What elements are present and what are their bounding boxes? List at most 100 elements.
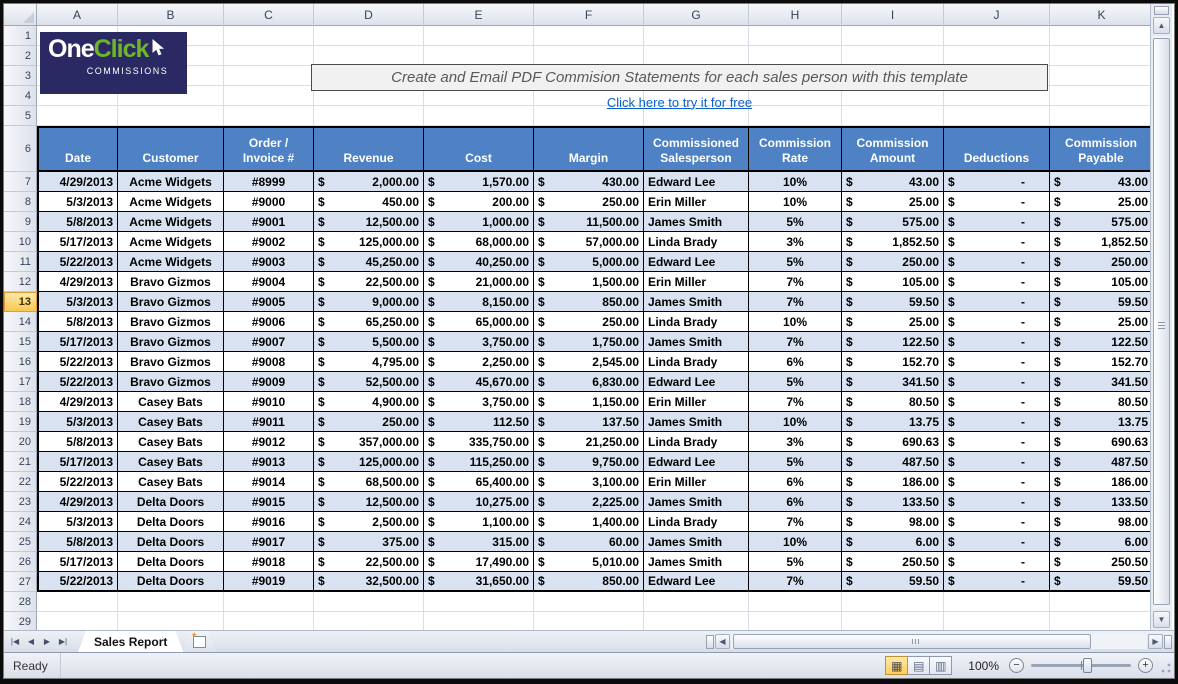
insert-worksheet-tab[interactable] (183, 631, 216, 652)
first-sheet-button[interactable]: |◀ (8, 637, 22, 646)
cell-H21[interactable]: 5% (749, 452, 842, 472)
row-header-14[interactable]: 14 (4, 312, 37, 332)
cell-A9[interactable]: 5/8/2013 (37, 212, 118, 232)
cell-H8[interactable]: 10% (749, 192, 842, 212)
cell-E27[interactable]: $31,650.00 (424, 572, 534, 592)
cell-G25[interactable]: James Smith (644, 532, 749, 552)
cell-E1[interactable] (424, 26, 534, 46)
cell-C23[interactable]: #9015 (224, 492, 314, 512)
cell-D15[interactable]: $5,500.00 (314, 332, 424, 352)
tab-split-handle[interactable] (706, 635, 714, 649)
cell-A25[interactable]: 5/8/2013 (37, 532, 118, 552)
cell-G1[interactable] (644, 26, 749, 46)
cell-C5[interactable] (224, 106, 314, 126)
cell-D12[interactable]: $22,500.00 (314, 272, 424, 292)
cell-K1[interactable] (1050, 26, 1154, 46)
cell-J7[interactable]: $- (944, 172, 1050, 192)
cell-D14[interactable]: $65,250.00 (314, 312, 424, 332)
cell-A28[interactable] (37, 592, 118, 612)
cell-G24[interactable]: Linda Brady (644, 512, 749, 532)
normal-view-button[interactable]: ▦ (885, 656, 908, 675)
cell-D23[interactable]: $12,500.00 (314, 492, 424, 512)
cell-D18[interactable]: $4,900.00 (314, 392, 424, 412)
header-cell-E6[interactable]: Cost (424, 126, 534, 172)
cell-F24[interactable]: $1,400.00 (534, 512, 644, 532)
row-header-29[interactable]: 29 (4, 612, 37, 630)
cell-B24[interactable]: Delta Doors (118, 512, 224, 532)
cell-I11[interactable]: $250.00 (842, 252, 944, 272)
cell-K26[interactable]: $250.50 (1050, 552, 1154, 572)
cell-J16[interactable]: $- (944, 352, 1050, 372)
cell-H12[interactable]: 7% (749, 272, 842, 292)
column-header-E[interactable]: E (424, 4, 534, 26)
cell-E26[interactable]: $17,490.00 (424, 552, 534, 572)
cell-C1[interactable] (224, 26, 314, 46)
cell-F8[interactable]: $250.00 (534, 192, 644, 212)
cell-E14[interactable]: $65,000.00 (424, 312, 534, 332)
cell-B14[interactable]: Bravo Gizmos (118, 312, 224, 332)
cell-E9[interactable]: $1,000.00 (424, 212, 534, 232)
cell-G17[interactable]: Edward Lee (644, 372, 749, 392)
cell-E24[interactable]: $1,100.00 (424, 512, 534, 532)
cell-F14[interactable]: $250.00 (534, 312, 644, 332)
cell-F18[interactable]: $1,150.00 (534, 392, 644, 412)
zoom-slider-thumb[interactable] (1083, 658, 1092, 673)
cell-C19[interactable]: #9011 (224, 412, 314, 432)
cell-F16[interactable]: $2,545.00 (534, 352, 644, 372)
cell-K29[interactable] (1050, 612, 1154, 630)
row-header-22[interactable]: 22 (4, 472, 37, 492)
header-cell-K6[interactable]: Commission Payable (1050, 126, 1154, 172)
cell-E16[interactable]: $2,250.00 (424, 352, 534, 372)
header-cell-J6[interactable]: Deductions (944, 126, 1050, 172)
row-header-10[interactable]: 10 (4, 232, 37, 252)
cell-E25[interactable]: $315.00 (424, 532, 534, 552)
cell-F27[interactable]: $850.00 (534, 572, 644, 592)
cell-I10[interactable]: $1,852.50 (842, 232, 944, 252)
cell-E17[interactable]: $45,670.00 (424, 372, 534, 392)
cell-D27[interactable]: $32,500.00 (314, 572, 424, 592)
cell-C20[interactable]: #9012 (224, 432, 314, 452)
cell-D19[interactable]: $250.00 (314, 412, 424, 432)
select-all-corner[interactable] (4, 4, 37, 26)
cell-C12[interactable]: #9004 (224, 272, 314, 292)
cell-I12[interactable]: $105.00 (842, 272, 944, 292)
column-header-D[interactable]: D (314, 4, 424, 26)
cell-G23[interactable]: James Smith (644, 492, 749, 512)
cell-K28[interactable] (1050, 592, 1154, 612)
header-cell-A6[interactable]: Date (37, 126, 118, 172)
zoom-out-button[interactable]: − (1009, 658, 1024, 673)
vertical-scroll-track[interactable] (1153, 36, 1170, 609)
cell-D1[interactable] (314, 26, 424, 46)
cell-B9[interactable]: Acme Widgets (118, 212, 224, 232)
cell-I13[interactable]: $59.50 (842, 292, 944, 312)
cell-H9[interactable]: 5% (749, 212, 842, 232)
cell-E23[interactable]: $10,275.00 (424, 492, 534, 512)
cell-K10[interactable]: $1,852.50 (1050, 232, 1154, 252)
cell-I22[interactable]: $186.00 (842, 472, 944, 492)
cell-F29[interactable] (534, 612, 644, 630)
cell-K2[interactable] (1050, 46, 1154, 66)
cell-I20[interactable]: $690.63 (842, 432, 944, 452)
cell-J20[interactable]: $- (944, 432, 1050, 452)
cell-I8[interactable]: $25.00 (842, 192, 944, 212)
cell-G21[interactable]: Edward Lee (644, 452, 749, 472)
cell-K20[interactable]: $690.63 (1050, 432, 1154, 452)
cell-D21[interactable]: $125,000.00 (314, 452, 424, 472)
cell-F22[interactable]: $3,100.00 (534, 472, 644, 492)
row-header-24[interactable]: 24 (4, 512, 37, 532)
cell-K16[interactable]: $152.70 (1050, 352, 1154, 372)
scroll-up-button[interactable]: ▲ (1153, 17, 1170, 34)
cell-B28[interactable] (118, 592, 224, 612)
cell-C9[interactable]: #9001 (224, 212, 314, 232)
cell-D29[interactable] (314, 612, 424, 630)
cell-B17[interactable]: Bravo Gizmos (118, 372, 224, 392)
cell-A19[interactable]: 5/3/2013 (37, 412, 118, 432)
cell-A20[interactable]: 5/8/2013 (37, 432, 118, 452)
cell-C18[interactable]: #9010 (224, 392, 314, 412)
cell-J28[interactable] (944, 592, 1050, 612)
cell-I7[interactable]: $43.00 (842, 172, 944, 192)
cell-B7[interactable]: Acme Widgets (118, 172, 224, 192)
cell-D24[interactable]: $2,500.00 (314, 512, 424, 532)
next-sheet-button[interactable]: ▶ (40, 637, 54, 646)
scroll-left-button[interactable]: ◀ (715, 634, 730, 649)
